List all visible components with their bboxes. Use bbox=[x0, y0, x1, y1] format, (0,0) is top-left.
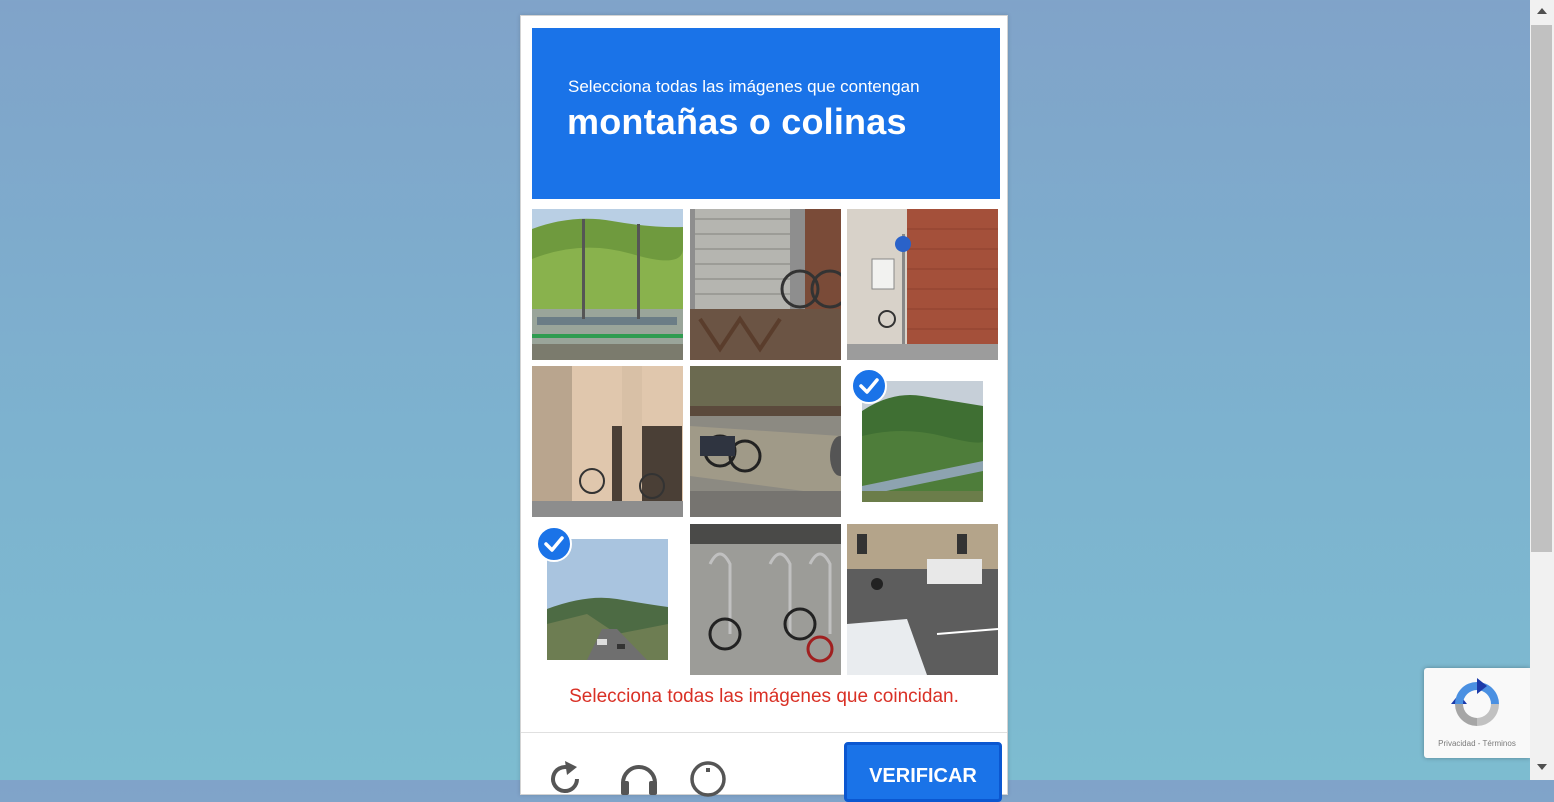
instruction-text: Selecciona todas las imágenes que conten… bbox=[568, 77, 920, 96]
audio-challenge-icon[interactable] bbox=[619, 761, 659, 802]
privacy-terms-links[interactable]: Privacidad - Términos bbox=[1424, 739, 1530, 748]
selected-check-icon bbox=[536, 526, 572, 562]
image-tile-6[interactable] bbox=[847, 366, 998, 517]
info-icon[interactable] bbox=[690, 761, 726, 802]
image-tile-5[interactable] bbox=[690, 366, 841, 517]
recaptcha-logo-icon bbox=[1449, 676, 1505, 737]
captcha-dialog: Selecciona todas las imágenes que conten… bbox=[520, 15, 1008, 802]
recaptcha-badge[interactable]: Privacidad - Términos bbox=[1424, 668, 1530, 758]
verify-button[interactable]: VERIFICAR bbox=[844, 742, 1002, 802]
instruction-target: montañas o colinas bbox=[567, 101, 907, 142]
reload-icon[interactable] bbox=[547, 761, 583, 802]
image-tile-4[interactable] bbox=[532, 366, 683, 517]
image-tile-8[interactable] bbox=[690, 524, 841, 675]
scroll-down-arrow-icon[interactable] bbox=[1537, 764, 1547, 770]
page-scrollbar[interactable] bbox=[1530, 0, 1554, 780]
image-tile-1[interactable] bbox=[532, 209, 683, 360]
image-tile-2[interactable] bbox=[690, 209, 841, 360]
footer-divider bbox=[521, 732, 1007, 733]
error-message: Selecciona todas las imágenes que coinci… bbox=[569, 686, 959, 707]
selected-check-icon bbox=[851, 368, 887, 404]
scroll-up-arrow-icon[interactable] bbox=[1537, 8, 1547, 14]
captcha-header: Selecciona todas las imágenes que conten… bbox=[532, 28, 1000, 199]
scrollbar-thumb[interactable] bbox=[1531, 25, 1552, 552]
image-tile-3[interactable] bbox=[847, 209, 998, 360]
image-tile-9[interactable] bbox=[847, 524, 998, 675]
image-tile-7[interactable] bbox=[532, 524, 683, 675]
image-grid bbox=[532, 209, 1000, 675]
